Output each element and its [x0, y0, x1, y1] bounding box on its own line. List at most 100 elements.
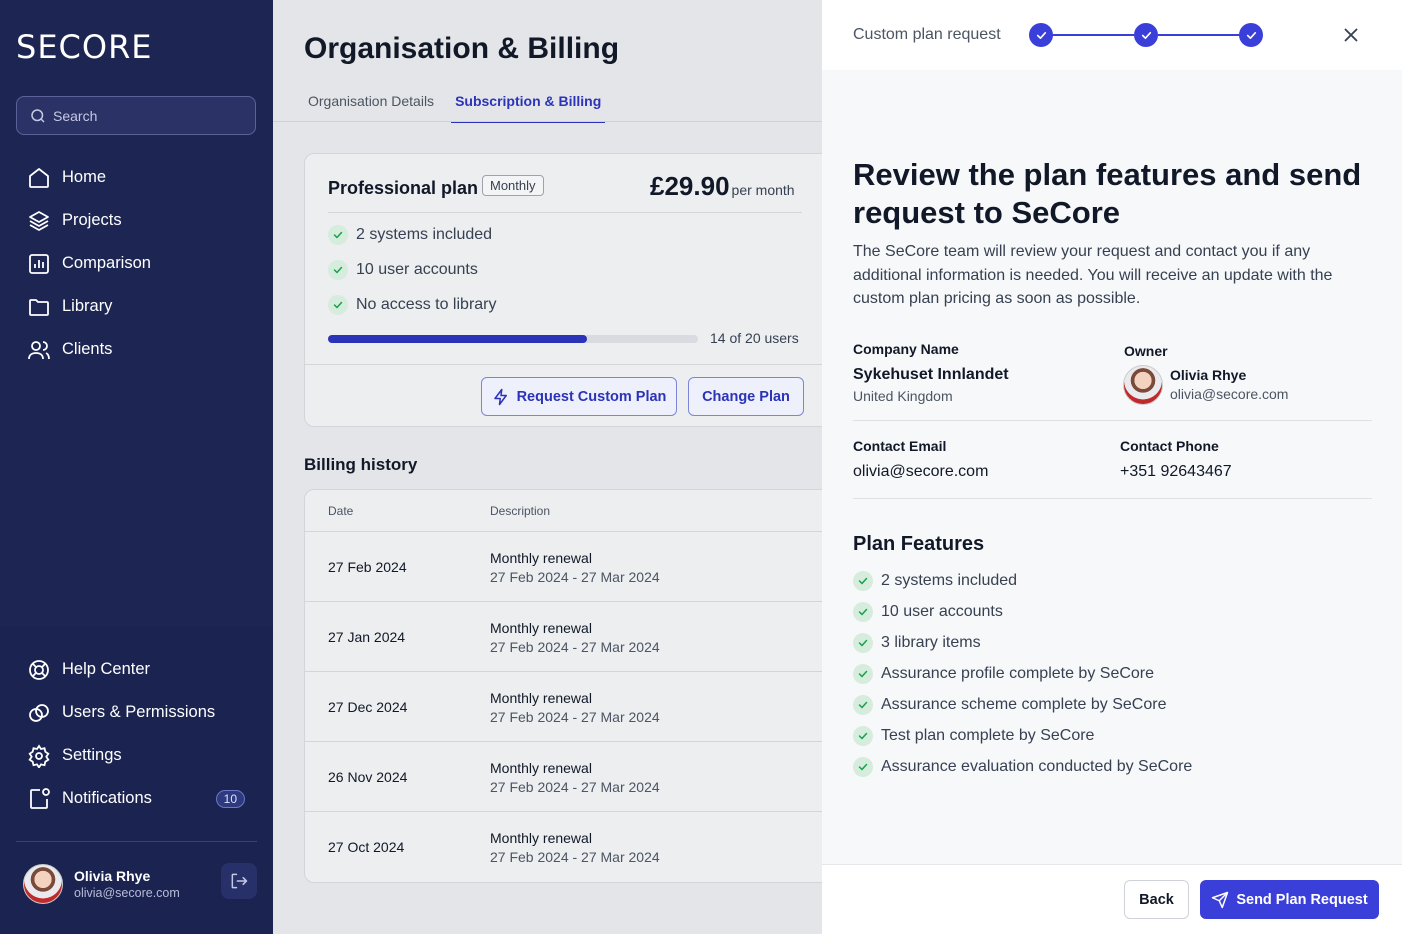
row-date: 27 Jan 2024 [328, 629, 406, 645]
step-3-complete [1239, 23, 1263, 47]
check-icon [1036, 31, 1046, 39]
contact-email-value: olivia@secore.com [853, 463, 989, 480]
folder-icon [29, 298, 49, 316]
check-icon [1246, 31, 1256, 39]
plan-feature-label: Assurance evaluation conducted by SeCore [881, 758, 1193, 775]
custom-plan-request-panel: Custom plan request Review the plan feat… [822, 0, 1402, 934]
tabs-divider [273, 121, 822, 122]
notification-count-badge: 10 [215, 789, 245, 808]
plan-feature: Assurance scheme complete by SeCore [853, 695, 1166, 715]
row-date: 27 Dec 2024 [328, 699, 408, 715]
search-input[interactable]: Search [16, 96, 256, 135]
table-row[interactable]: 27 Feb 2024 Monthly renewal 27 Feb 2024 … [305, 532, 822, 602]
company-name-label: Company Name [853, 341, 959, 357]
panel-footer: Back Send Plan Request [822, 864, 1402, 934]
panel-step-label: Custom plan request [853, 26, 1001, 43]
sidebar-item-label: Clients [62, 340, 113, 358]
column-header-date: Date [328, 504, 354, 518]
plan-feature-label: Assurance profile complete by SeCore [881, 665, 1155, 682]
search-icon [31, 108, 45, 123]
bell-icon [30, 787, 50, 809]
table-row[interactable]: 27 Dec 2024 Monthly renewal 27 Feb 2024 … [305, 672, 822, 742]
stepper-line [1158, 34, 1240, 36]
sidebar-item-comparison[interactable]: Comparison [16, 242, 256, 285]
contact-phone-label: Contact Phone [1120, 438, 1219, 454]
request-custom-plan-button[interactable]: Request Custom Plan [481, 377, 677, 416]
plan-feature-label: No access to library [356, 296, 497, 313]
sidebar-item-label: Users & Permissions [62, 703, 216, 721]
table-row[interactable]: 26 Nov 2024 Monthly renewal 27 Feb 2024 … [305, 742, 822, 812]
close-button[interactable] [1340, 24, 1362, 46]
logout-icon [231, 873, 248, 889]
sidebar-item-help-center[interactable]: Help Center [16, 648, 256, 691]
plan-features-title: Plan Features [853, 533, 985, 555]
sidebar-item-home[interactable]: Home [16, 156, 256, 199]
owner-avatar [1123, 365, 1163, 405]
step-1-complete [1029, 23, 1053, 47]
page-title: Organisation & Billing [304, 32, 620, 65]
sidebar-item-notifications[interactable]: Notifications 10 [16, 777, 256, 820]
plan-feature: 2 systems included [853, 571, 1017, 591]
sidebar-item-label: Help Center [62, 660, 151, 678]
check-icon [1141, 31, 1151, 39]
button-label: Change Plan [702, 388, 790, 405]
sidebar-item-settings[interactable]: Settings [16, 734, 256, 777]
check-icon [853, 602, 873, 622]
billing-history-title: Billing history [304, 455, 418, 474]
billing-history-table: Date Description 27 Feb 2024 Monthly ren… [304, 489, 822, 883]
row-date: 27 Feb 2024 [328, 559, 407, 575]
back-button[interactable]: Back [1124, 880, 1189, 919]
sidebar-item-projects[interactable]: Projects [16, 199, 256, 242]
row-date: 27 Oct 2024 [328, 839, 405, 855]
check-icon [853, 571, 873, 591]
chart-icon [29, 253, 49, 274]
contact-email-label: Contact Email [853, 438, 947, 454]
tab-organisation-details[interactable]: Organisation Details [304, 88, 438, 123]
usage-progress-fill [328, 335, 587, 343]
permissions-icon [29, 703, 49, 722]
user-profile[interactable]: Olivia Rhye olivia@secore.com [23, 864, 180, 904]
sidebar-divider [16, 841, 257, 842]
owner-name: Olivia Rhye [1170, 367, 1247, 383]
avatar [23, 864, 63, 904]
row-date: 26 Nov 2024 [328, 769, 408, 785]
sidebar-item-clients[interactable]: Clients [16, 328, 256, 371]
send-plan-request-button[interactable]: Send Plan Request [1200, 880, 1379, 919]
divider [853, 420, 1372, 421]
close-icon [1344, 28, 1358, 42]
table-row[interactable]: 27 Oct 2024 Monthly renewal 27 Feb 2024 … [305, 812, 822, 882]
price-amount: £29.90 [650, 171, 730, 201]
company-country: United Kingdom [853, 388, 953, 404]
sidebar-item-label: Library [62, 297, 113, 315]
plan-feature: Test plan complete by SeCore [853, 726, 1094, 746]
sidebar-item-users-permissions[interactable]: Users & Permissions [16, 691, 256, 734]
secondary-nav: Help Center Users & Permissions Settings… [16, 648, 256, 820]
logo: SECORE [16, 28, 153, 66]
contact-phone-value: +351 92643467 [1120, 463, 1232, 480]
sidebar-item-label: Notifications [62, 789, 152, 807]
tab-subscription-billing[interactable]: Subscription & Billing [451, 88, 606, 123]
plan-name: Professional plan [328, 178, 479, 198]
sidebar-item-label: Comparison [62, 254, 151, 272]
column-header-description: Description [490, 504, 551, 518]
owner-label: Owner [1124, 343, 1168, 359]
plan-feature-label: 10 user accounts [881, 603, 1003, 620]
logout-button[interactable] [221, 863, 257, 899]
plan-billing-badge: Monthly [482, 175, 544, 196]
stepper-line [1052, 34, 1134, 36]
step-2-complete [1134, 23, 1158, 47]
check-icon [853, 664, 873, 684]
plan-feature: 2 systems included [328, 225, 492, 245]
divider [305, 364, 822, 365]
sidebar-item-label: Settings [62, 746, 122, 764]
plan-feature-label: 2 systems included [356, 226, 493, 243]
table-header: Date Description [305, 490, 822, 532]
table-row[interactable]: 27 Jan 2024 Monthly renewal 27 Feb 2024 … [305, 602, 822, 672]
check-icon [853, 695, 873, 715]
plan-feature-label: Assurance scheme complete by SeCore [881, 696, 1167, 713]
sidebar-item-library[interactable]: Library [16, 285, 256, 328]
sidebar-item-label: Projects [62, 211, 122, 229]
change-plan-button[interactable]: Change Plan [688, 377, 804, 416]
users-icon [28, 340, 50, 359]
plan-feature: Assurance profile complete by SeCore [853, 664, 1154, 684]
